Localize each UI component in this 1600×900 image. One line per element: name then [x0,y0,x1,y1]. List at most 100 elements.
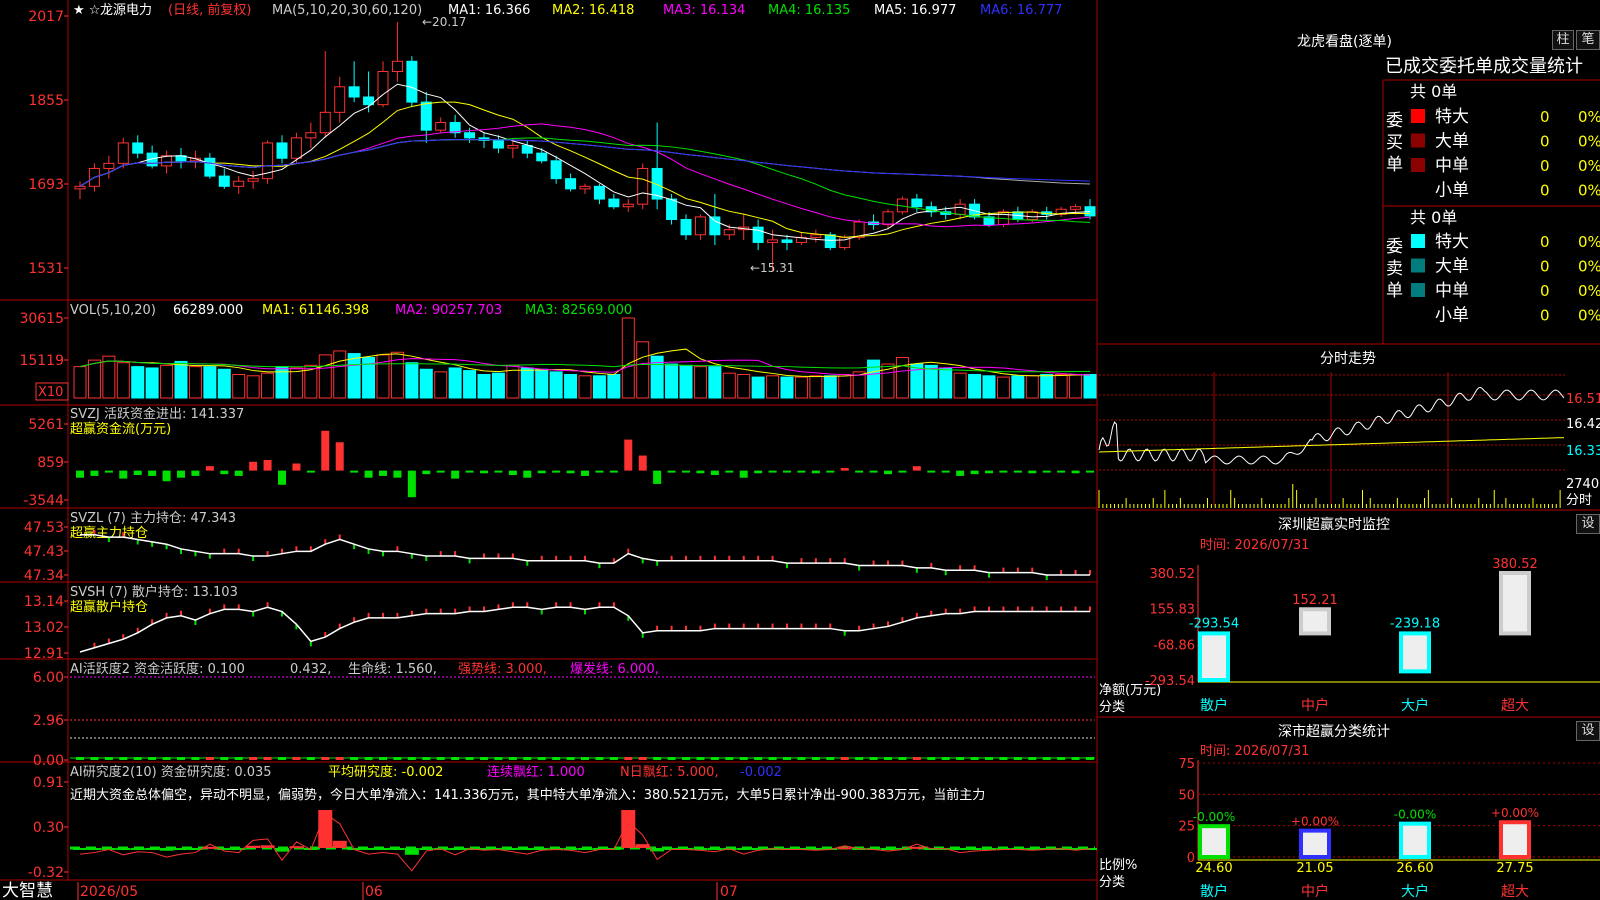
candle [622,203,634,208]
row-count: 0 [1540,282,1550,300]
vol-bar [794,376,808,399]
activity-bar [840,757,849,760]
activity-bar [768,757,777,760]
vol-bar [405,362,419,399]
date-label: 06 [365,884,383,900]
candle [810,234,822,238]
svzj-bar [797,470,806,473]
szcls-bar [1399,821,1431,859]
szcls-change: +0.00% [1491,806,1539,820]
bar-mode-button[interactable]: 柱 [1552,30,1574,50]
svg-text:单: 单 [1386,155,1403,175]
candle [824,234,836,249]
activity-bar [306,757,315,760]
candle [507,144,519,149]
svzj-bar [249,461,258,471]
activity-bar [696,757,705,760]
activity-bar [350,757,359,760]
svzj-bar [768,470,777,473]
svzj-bar [696,470,705,474]
row-name: 大单 [1435,132,1469,152]
row-pct: 0% [1578,157,1600,175]
vol-bar [535,368,549,399]
vol-bar [1011,375,1025,399]
vol-bar [823,375,837,399]
szcls-title: 深市超赢分类统计 [1278,723,1390,740]
row-count: 0 [1540,133,1550,151]
row-count: 0 [1540,157,1550,175]
research-bar [621,810,636,848]
svzj-bar [480,470,488,474]
axis-tick-label: 0.00 [33,753,64,769]
candle [521,144,533,154]
activity-bar [104,757,113,760]
buy-rows: 特大 0 0% 大单 0 0% 中单 0 0% 小单 0 0% [1411,107,1600,201]
activity-bar [465,757,474,760]
candle [911,198,923,208]
ma2-value: MA2: 16.418 [552,3,634,18]
date-label: 2026/05 [80,884,138,900]
szcls-settings-button[interactable]: 设 [1576,721,1600,741]
low-price-label: ←15.31 [750,261,794,275]
vol-bar [621,317,635,399]
szcls-tick: 50 [1178,788,1195,803]
legend-swatch [1411,182,1425,197]
candle [233,180,245,187]
svzj-bar [826,470,835,473]
axis-tick-label: 47.43 [24,544,64,560]
szcls-tick: 75 [1178,757,1195,772]
vol-axis: 30615 15119 [19,311,68,369]
candle [694,216,706,236]
svzj-bar [76,470,84,478]
vol-bar [693,366,707,399]
research-bar [145,848,160,850]
svzj-bar [407,470,416,498]
chart-canvas: ★ ☆ 龙源电力 (日线, 前复权) MA(5,10,20,30,60,120)… [0,0,1600,900]
szmon-settings-button[interactable]: 设 [1576,514,1600,534]
row-name: 特大 [1435,107,1469,127]
fenshi-tick: 16.51 [1566,392,1600,407]
vol-bar [87,359,101,399]
vol-value: 66289.000 [173,303,243,318]
activity-bar [451,757,460,760]
legend-swatch [1411,133,1425,148]
axis-tick-label: 13.14 [24,594,64,610]
svg-text:买: 买 [1386,133,1403,153]
szcls-change: -0.00% [1394,808,1436,822]
research-bar [578,848,592,850]
szcls-tick: 0 [1187,851,1195,866]
svzj-bar [898,470,907,473]
candle [117,142,129,164]
svzj-bar [205,466,214,471]
svzj-bar [133,470,142,476]
activity-bar [912,757,921,760]
candle [391,60,403,72]
ai1-title: AI活跃度2 资金活跃度: 0.100 [70,661,245,677]
svzj-header: SVZJ 活跃资金进出: 141.337 超赢资金流(万元) [70,406,244,437]
activity-bar [321,757,330,760]
svzj-bar [985,470,993,474]
svzj-bar [999,470,1008,473]
candle [781,239,793,243]
axis-tick-label: 15119 [19,353,64,369]
ma-line [79,139,1091,187]
lhkp-tabs[interactable]: 已成交委托单成交量统计 [1385,56,1583,77]
svzj-bar [234,470,243,476]
svzj-bar [177,470,185,478]
activity-bar [249,757,258,760]
vol-bar [607,373,621,399]
szmon-value: 152.21 [1292,593,1338,608]
vol-bar [996,376,1010,399]
research-bar [881,848,895,850]
svzj-bar [739,470,748,478]
vol-unit: X10 [38,385,63,400]
buy-label: 委买单 [1386,111,1403,175]
axis-tick-label: -0.32 [28,865,64,881]
tick-mode-button[interactable]: 笔 [1576,30,1600,50]
svsh-title: SVSH (7) 散户持仓: 13.103 [70,584,238,600]
vol-bar [722,372,736,399]
svzj-bar [855,470,864,473]
candle [680,218,692,236]
szcls-category: 超大 [1501,884,1529,900]
ai2-plot [70,810,1097,872]
